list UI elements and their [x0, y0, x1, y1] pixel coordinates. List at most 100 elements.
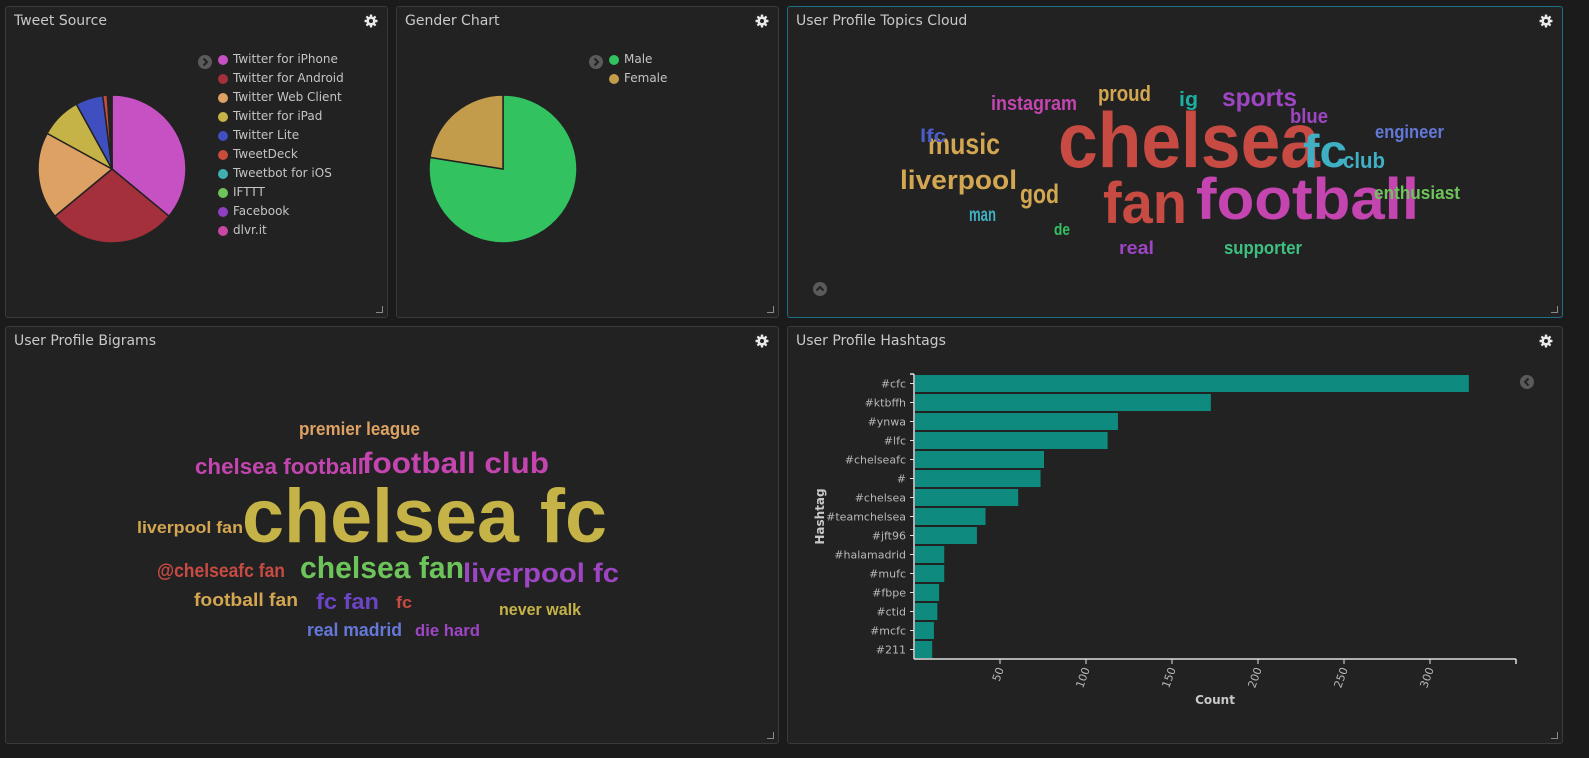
- cloud-word[interactable]: liverpool fan: [137, 518, 243, 537]
- legend-item[interactable]: Twitter Web Client: [218, 88, 344, 107]
- panel-bigrams: User Profile Bigrams chelsea fc football …: [5, 326, 779, 744]
- legend-item[interactable]: Twitter for iPhone: [218, 50, 344, 69]
- legend-color-dot: [218, 92, 228, 103]
- legend-item[interactable]: dlvr.it: [218, 221, 344, 240]
- legend-item[interactable]: Twitter Lite: [218, 126, 344, 145]
- cloud-word[interactable]: never walk: [499, 600, 582, 619]
- cloud-word[interactable]: chelsea fc: [242, 474, 607, 559]
- legend-label: IFTTT: [233, 185, 265, 199]
- resize-handle[interactable]: [767, 306, 774, 313]
- cloud-word[interactable]: fc fan: [316, 589, 379, 614]
- x-tick-label: 200: [1245, 666, 1264, 690]
- resize-handle[interactable]: [376, 306, 383, 313]
- y-tick-label: #fbpe: [872, 587, 906, 600]
- bar[interactable]: [915, 546, 945, 563]
- y-tick-label: #mcfc: [870, 625, 906, 638]
- cloud-word[interactable]: chelsea fan: [300, 550, 464, 585]
- resize-handle[interactable]: [767, 732, 774, 739]
- y-tick-label: #lfc: [884, 435, 906, 448]
- legend-toggle-icon[interactable]: [1520, 375, 1534, 389]
- cloud-word[interactable]: enthusiast: [1374, 183, 1460, 203]
- legend-color-dot: [218, 225, 228, 236]
- cloud-word[interactable]: sports: [1222, 82, 1297, 112]
- cloud-word[interactable]: supporter: [1224, 238, 1302, 258]
- bar[interactable]: [915, 375, 1469, 392]
- tweet-source-pie: [37, 94, 187, 244]
- bar[interactable]: [915, 451, 1044, 468]
- resize-handle[interactable]: [1551, 732, 1558, 739]
- y-tick-label: #211: [876, 644, 906, 657]
- cloud-word[interactable]: god: [1020, 179, 1059, 209]
- legend-color-dot: [218, 168, 228, 179]
- y-tick-label: #ynwa: [868, 416, 906, 429]
- panel-title: Gender Chart: [405, 13, 500, 29]
- legend-color-dot: [609, 54, 619, 65]
- legend-label: Male: [624, 52, 653, 66]
- cloud-word[interactable]: real madrid: [307, 620, 402, 640]
- cloud-word[interactable]: engineer: [1375, 122, 1444, 142]
- legend-item[interactable]: Twitter for iPad: [218, 107, 344, 126]
- legend-toggle-icon[interactable]: [589, 55, 603, 69]
- y-tick-label: #halamadrid: [834, 549, 906, 562]
- cloud-word[interactable]: proud: [1098, 81, 1151, 106]
- resize-handle[interactable]: [1551, 306, 1558, 313]
- hashtags-bar-chart: #cfc #ktbffh #ynwa #lfc #chelseafc # #chelsea #…: [813, 373, 1517, 707]
- panel-hashtags: User Profile Hashtags #cfc #ktbffh #ynwa #l…: [787, 326, 1563, 744]
- legend-color-dot: [609, 73, 619, 84]
- cloud-word[interactable]: chelsea football: [195, 454, 364, 479]
- gender-legend: Male Female: [609, 50, 667, 88]
- cloud-word[interactable]: liverpool: [900, 165, 1017, 195]
- bar[interactable]: [915, 413, 1118, 430]
- legend-label: dlvr.it: [233, 223, 267, 237]
- bar[interactable]: [915, 584, 940, 601]
- gear-icon[interactable]: [364, 14, 378, 28]
- legend-label: Tweetbot for iOS: [233, 166, 332, 180]
- cloud-word[interactable]: football club: [362, 447, 549, 480]
- legend-item[interactable]: Male: [609, 50, 667, 69]
- gender-slice[interactable]: [429, 94, 504, 170]
- bar[interactable]: [915, 565, 945, 582]
- legend-toggle-icon[interactable]: [198, 55, 212, 69]
- x-tick-label: 250: [1331, 666, 1350, 690]
- bar[interactable]: [915, 394, 1211, 411]
- y-tick-label: #cfc: [881, 378, 906, 391]
- legend-item[interactable]: Facebook: [218, 202, 344, 221]
- bar[interactable]: [915, 432, 1108, 449]
- cloud-word[interactable]: man: [969, 205, 996, 226]
- cloud-word[interactable]: fc: [1303, 125, 1347, 177]
- tweet-source-slice[interactable]: [110, 94, 113, 170]
- panel-tweet-source: Tweet Source Twitter for iPhone Twitter f…: [5, 6, 388, 318]
- bar[interactable]: [915, 508, 986, 525]
- cloud-word[interactable]: die hard: [415, 621, 480, 640]
- cloud-word[interactable]: football fan: [194, 590, 298, 610]
- cloud-word[interactable]: @chelseafc fan: [157, 561, 285, 582]
- legend-color-dot: [218, 187, 228, 198]
- bar[interactable]: [915, 622, 934, 639]
- cloud-word[interactable]: de: [1054, 220, 1070, 239]
- bar[interactable]: [915, 489, 1019, 506]
- cloud-word[interactable]: real: [1119, 238, 1154, 258]
- bigrams-word-cloud: chelsea fcfootball clubchelsea football p…: [137, 419, 619, 640]
- legend-item[interactable]: Tweetbot for iOS: [218, 164, 344, 183]
- bar[interactable]: [915, 603, 938, 620]
- cloud-word[interactable]: club: [1343, 148, 1385, 173]
- cloud-word[interactable]: ig: [1179, 89, 1198, 111]
- legend-item[interactable]: Twitter for Android: [218, 69, 344, 88]
- legend-item[interactable]: TweetDeck: [218, 145, 344, 164]
- legend-color-dot: [218, 73, 228, 84]
- collapse-up-icon[interactable]: [813, 282, 827, 296]
- legend-item[interactable]: IFTTT: [218, 183, 344, 202]
- legend-item[interactable]: Female: [609, 69, 667, 88]
- cloud-word[interactable]: premier league: [299, 419, 420, 439]
- cloud-word[interactable]: lfc: [920, 126, 946, 146]
- y-tick-label: #: [897, 473, 906, 486]
- gear-icon[interactable]: [755, 14, 769, 28]
- bar[interactable]: [915, 470, 1041, 487]
- cloud-word[interactable]: instagram: [991, 93, 1077, 115]
- cloud-word[interactable]: fan: [1103, 171, 1187, 236]
- cloud-word[interactable]: blue: [1290, 106, 1328, 128]
- cloud-word[interactable]: liverpool fc: [463, 558, 619, 588]
- cloud-word[interactable]: fc: [396, 593, 412, 612]
- bar[interactable]: [915, 641, 933, 658]
- bar[interactable]: [915, 527, 977, 544]
